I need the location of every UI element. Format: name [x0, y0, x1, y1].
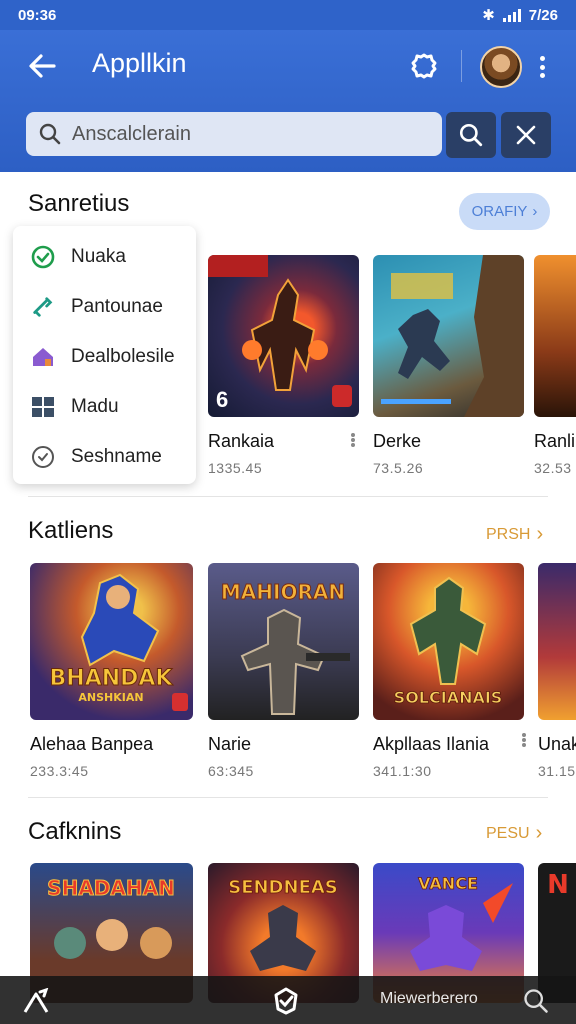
app-title: Appllkin	[92, 48, 187, 78]
menu-item-2[interactable]: Dealbolesile	[13, 332, 196, 382]
game-thumbnail: MAHIORAN	[208, 563, 359, 720]
card-art-title: SHADAHAN	[47, 876, 175, 900]
section1-more-button[interactable]: ORAFIY ›	[459, 193, 550, 230]
card-title: Akpllaas Ilania	[373, 734, 490, 754]
card-art-subtitle: ANSHKIAN	[78, 691, 143, 704]
card-art-title: SOLCIANAIS	[394, 688, 503, 707]
section1-more-label: ORAFIY	[471, 203, 528, 220]
card-meta: 73.5.26	[373, 460, 424, 476]
card-meta: 1335.45	[208, 460, 263, 476]
app-bar: Appllkin	[0, 30, 576, 172]
card-badge: 6	[216, 387, 229, 412]
card-art-title: MAHIORAN	[221, 580, 345, 604]
menu-item-4[interactable]: Seshname	[13, 432, 196, 482]
chevron-right-icon: ›	[536, 523, 544, 545]
bottom-bar-label: Miewerberero	[380, 990, 478, 1007]
game-card[interactable]: Ranli 32.53	[534, 255, 576, 476]
card-meta: 31.15	[538, 763, 576, 779]
game-card[interactable]: 6 Rankaia 1335.45	[208, 255, 359, 476]
search-icon	[39, 123, 61, 145]
section-title-2: Katliens	[28, 517, 114, 544]
menu-item-1[interactable]: Pantounae	[13, 282, 196, 332]
section-divider	[28, 496, 548, 497]
card-meta: 341.1:30	[373, 763, 432, 779]
card-title: Narie	[208, 734, 252, 754]
menu-item-3[interactable]: Madu	[13, 382, 196, 432]
card-art-title: VANCE	[418, 874, 478, 893]
avatar[interactable]	[480, 46, 522, 88]
search-button[interactable]	[446, 112, 496, 158]
gear-icon[interactable]	[406, 48, 442, 84]
menu-item-label: Madu	[71, 396, 119, 417]
check-circle-outline-icon	[31, 445, 55, 469]
menu-item-label: Dealbolesile	[71, 346, 175, 367]
search-input[interactable]	[72, 122, 412, 146]
search-icon[interactable]	[522, 987, 550, 1020]
section-title-1: Sanretius	[28, 190, 130, 217]
section3-more-link[interactable]: PESU ›	[486, 822, 542, 845]
clear-search-button[interactable]	[501, 112, 551, 158]
game-card[interactable]: BHANDAK ANSHKIAN Alehaa Banpea 233.3:45	[30, 563, 193, 779]
search-bar[interactable]	[26, 112, 442, 156]
section3-more-label: PESU	[486, 824, 530, 842]
game-thumbnail	[534, 255, 576, 417]
section-divider	[28, 797, 548, 798]
home-icon	[31, 345, 55, 369]
menu-item-label: Nuaka	[71, 246, 126, 267]
link-icon	[31, 295, 55, 319]
card-title: Unak	[538, 734, 576, 754]
chevron-right-icon: ›	[535, 822, 543, 844]
card-title: Derke	[373, 431, 422, 451]
menu-item-label: Pantounae	[71, 296, 163, 317]
close-icon	[516, 125, 536, 145]
section2-more-label: PRSH	[486, 525, 531, 543]
status-icons: ✱ 7/26	[482, 6, 558, 25]
game-thumbnail: 6	[208, 255, 359, 417]
card-title: Alehaa Banpea	[30, 734, 154, 754]
game-card[interactable]: Derke 73.5.26	[373, 255, 524, 476]
card-meta: 32.53	[534, 460, 572, 476]
game-thumbnail	[538, 563, 576, 720]
search-icon	[459, 123, 483, 147]
game-thumbnail	[373, 255, 524, 417]
card-art-title: SENDNEAS	[228, 877, 338, 898]
grid-icon	[31, 395, 55, 419]
section-title-3: Cafknins	[28, 818, 122, 845]
game-thumbnail: SOLCIANAIS	[373, 563, 524, 720]
card-title: Ranli	[534, 431, 576, 451]
back-arrow-icon[interactable]	[26, 50, 58, 82]
game-card[interactable]: MAHIORAN Narie 63:345	[208, 563, 359, 779]
card-art-title: BHANDAK	[50, 666, 174, 691]
menu-item-label: Seshname	[71, 446, 162, 467]
toolbar-divider	[461, 50, 462, 82]
card-title: Rankaia	[208, 431, 275, 451]
more-vert-icon[interactable]	[522, 733, 526, 747]
check-circle-icon	[31, 245, 55, 269]
more-vert-icon[interactable]	[351, 433, 355, 447]
game-thumbnail: BHANDAK ANSHKIAN	[30, 563, 193, 720]
home-nav-icon[interactable]	[22, 987, 50, 1019]
bluetooth-icon: ✱	[482, 7, 495, 24]
section2-more-link[interactable]: PRSH ›	[486, 523, 543, 546]
status-bar: 09:36 ✱ 7/26	[0, 0, 576, 30]
dropdown-menu: Nuaka Pantounae Dealbolesile Madu Seshna…	[13, 226, 196, 484]
signal-icon	[502, 8, 521, 22]
chevron-right-icon: ›	[532, 203, 538, 220]
menu-item-0[interactable]: Nuaka	[13, 232, 196, 282]
game-card[interactable]: SOLCIANAIS Akpllaas Ilania 341.1:30	[373, 563, 526, 779]
check-badge-icon[interactable]	[272, 987, 300, 1020]
status-clock: 7/26	[528, 6, 558, 24]
more-vert-icon[interactable]	[536, 52, 548, 82]
bottom-navigation: Miewerberero	[0, 976, 576, 1024]
game-card[interactable]: Unak 31.15	[538, 563, 576, 779]
card-meta: 63:345	[208, 763, 254, 779]
status-time: 09:36	[18, 6, 57, 24]
card-meta: 233.3:45	[30, 763, 89, 779]
card-art-title: N	[547, 870, 569, 900]
